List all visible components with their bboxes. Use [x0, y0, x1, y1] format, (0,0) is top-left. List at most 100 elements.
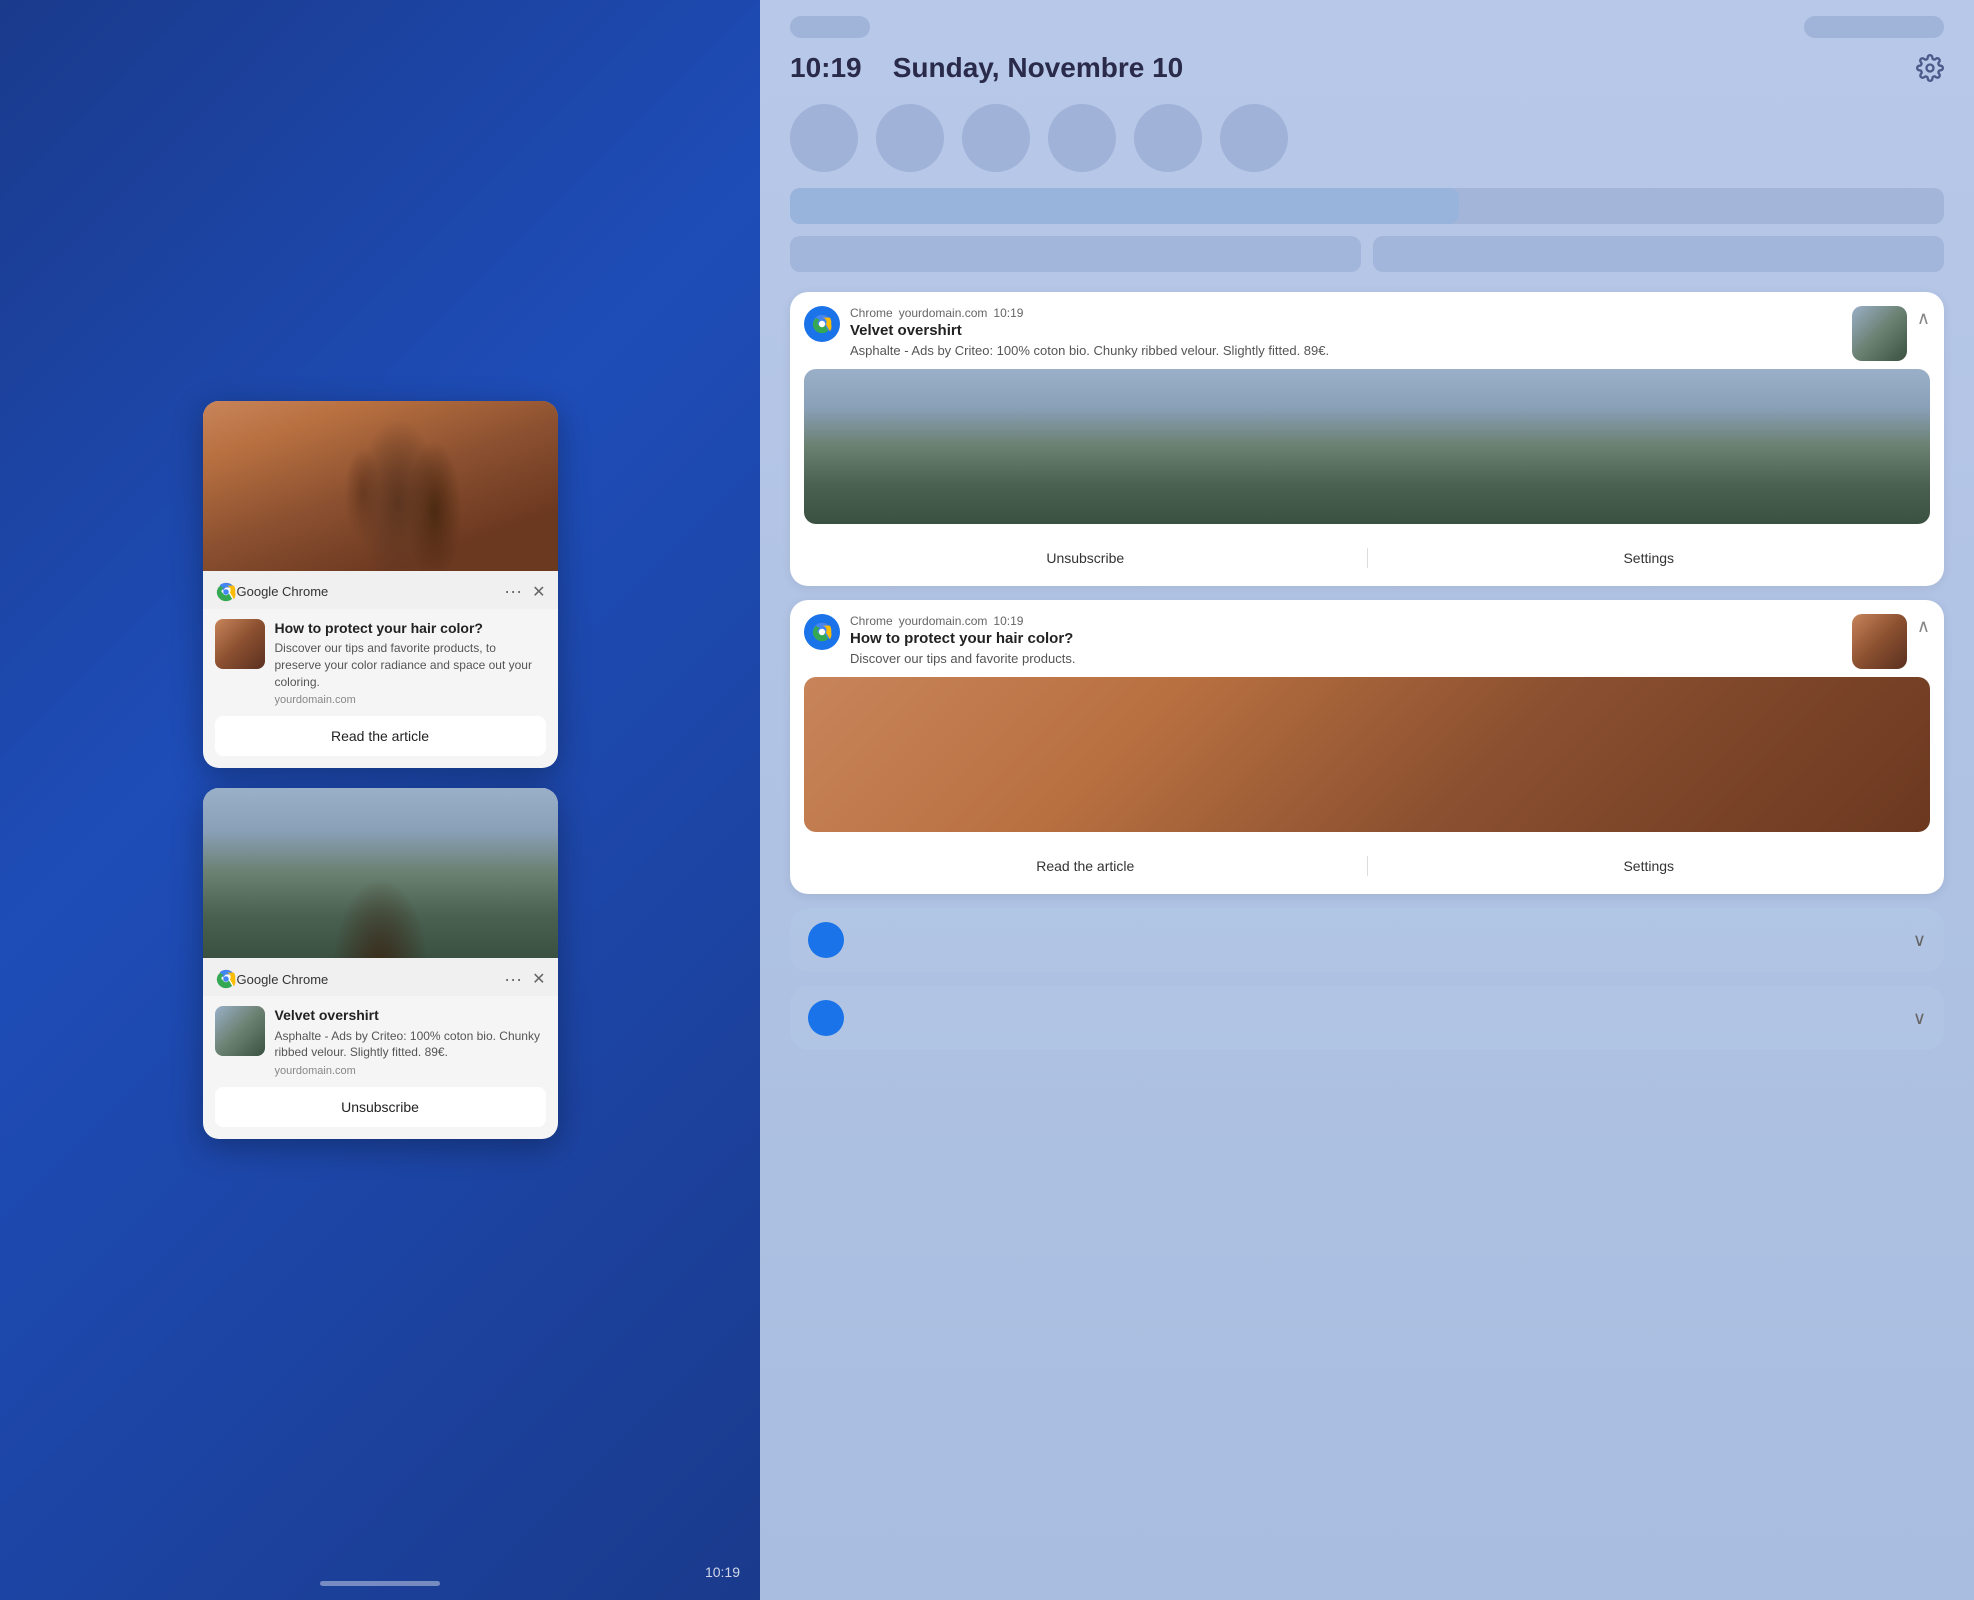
notif1-desc: Asphalte - Ads by Criteo: 100% coton bio…: [850, 342, 1842, 360]
progress-bar-half-right: [1373, 236, 1944, 272]
notif1-unsubscribe-button[interactable]: Unsubscribe: [804, 544, 1367, 572]
progress-bar-half-left: [790, 236, 1361, 272]
collapsed-notif-1-icon: [808, 922, 844, 958]
chrome-logo-notif1: [811, 313, 833, 335]
left-time: 10:19: [705, 1564, 740, 1580]
man-hero-image: [203, 788, 558, 958]
card2-title: Velvet overshirt: [275, 1006, 546, 1024]
card1-title: How to protect your hair color?: [275, 619, 546, 637]
card2-text: Velvet overshirt Asphalte - Ads by Crite…: [275, 1006, 546, 1077]
gear-icon[interactable]: [1916, 54, 1944, 82]
notification-card-man: Google Chrome ··· ✕ Velvet overshirt Asp…: [203, 788, 558, 1139]
notif2-settings-button[interactable]: Settings: [1368, 852, 1931, 880]
avatar-row: [760, 96, 1974, 188]
progress-bar-fill: [790, 188, 1459, 224]
card1-body: How to protect your hair color? Discover…: [203, 609, 558, 717]
card2-description: Asphalte - Ads by Criteo: 100% coton bio…: [275, 1028, 546, 1062]
left-panel: Google Chrome ··· ✕ How to protect your …: [0, 0, 760, 1600]
card1-thumb-visual: [215, 619, 265, 669]
card2-domain: yourdomain.com: [275, 1065, 546, 1077]
notif1-content: Chrome yourdomain.com 10:19 Velvet overs…: [850, 306, 1842, 360]
card1-domain: yourdomain.com: [275, 694, 546, 706]
left-bottom-indicator: [320, 1581, 440, 1586]
notif1-settings-button[interactable]: Settings: [1368, 544, 1931, 572]
datetime-row: 10:19 Sunday, Novembre 10: [760, 46, 1974, 96]
notif2-collapse-icon[interactable]: ∧: [1917, 616, 1930, 637]
progress-section: [760, 188, 1974, 284]
card2-header: Google Chrome ··· ✕: [203, 958, 558, 996]
notif1-actions: Unsubscribe Settings: [790, 534, 1944, 586]
notif2-desc: Discover our tips and favorite products.: [850, 650, 1842, 668]
avatar-5[interactable]: [1134, 104, 1202, 172]
card1-browser-label: Google Chrome: [237, 584, 505, 599]
notif2-title: How to protect your hair color?: [850, 630, 1842, 647]
hair-hero-visual: [203, 401, 558, 571]
card2-thumbnail: [215, 1006, 265, 1056]
notif1-thumbnail: [1852, 306, 1907, 361]
avatar-3[interactable]: [962, 104, 1030, 172]
avatar-4[interactable]: [1048, 104, 1116, 172]
status-pill-right: [1804, 16, 1944, 38]
hair-hero-image: [203, 401, 558, 571]
notif1-chrome-icon: [804, 306, 840, 342]
notif1-collapse-icon[interactable]: ∧: [1917, 308, 1930, 329]
notif1-thumb-visual: [1852, 306, 1907, 361]
status-bar: [760, 0, 1974, 46]
notif2-source: Chrome: [850, 614, 893, 628]
chrome-logo-notif2: [811, 621, 833, 643]
notif1-img-visual: [804, 369, 1930, 524]
notif2-actions: Read the article Settings: [790, 842, 1944, 894]
notification-card-hair: Google Chrome ··· ✕ How to protect your …: [203, 401, 558, 769]
notif2-content: Chrome yourdomain.com 10:19 How to prote…: [850, 614, 1842, 668]
chrome-icon: [215, 581, 237, 603]
collapsed-notif-2-icon: [808, 1000, 844, 1036]
notif2-chrome-icon: [804, 614, 840, 650]
card1-description: Discover our tips and favorite products,…: [275, 640, 546, 690]
chrome-icon-2: [215, 968, 237, 990]
card1-text: How to protect your hair color? Discover…: [275, 619, 546, 707]
notif1-title: Velvet overshirt: [850, 322, 1842, 339]
card1-menu-dots[interactable]: ···: [504, 581, 522, 602]
notif2-thumbnail: [1852, 614, 1907, 669]
man-hero-visual: [203, 788, 558, 958]
notif2-thumb-visual: [1852, 614, 1907, 669]
notif2-img-visual: [804, 677, 1930, 832]
notif1-image: [804, 369, 1930, 524]
status-pill-left: [790, 16, 870, 38]
card2-browser-label: Google Chrome: [237, 972, 505, 987]
date-display: Sunday, Novembre 10: [893, 52, 1183, 83]
datetime-text: 10:19 Sunday, Novembre 10: [790, 52, 1183, 84]
notifications-area: Chrome yourdomain.com 10:19 Velvet overs…: [760, 284, 1974, 1600]
notif2-header: Chrome yourdomain.com 10:19 How to prote…: [790, 600, 1944, 677]
avatar-6[interactable]: [1220, 104, 1288, 172]
collapsed-notif-2[interactable]: ∨: [790, 986, 1944, 1050]
card1-action-label: Read the article: [331, 728, 429, 744]
notif1-source: Chrome: [850, 306, 893, 320]
card1-action-button[interactable]: Read the article: [215, 716, 546, 756]
notif2-time: 10:19: [993, 614, 1023, 628]
notif1-meta: Chrome yourdomain.com 10:19: [850, 306, 1842, 320]
avatar-2[interactable]: [876, 104, 944, 172]
notif2-read-button[interactable]: Read the article: [804, 852, 1367, 880]
card2-action-label: Unsubscribe: [341, 1099, 419, 1115]
card1-thumbnail: [215, 619, 265, 669]
collapsed-notif-1-expand-icon[interactable]: ∨: [1913, 930, 1926, 951]
progress-bar-main: [790, 188, 1944, 224]
collapsed-notif-2-expand-icon[interactable]: ∨: [1913, 1008, 1926, 1029]
card2-menu-dots[interactable]: ···: [504, 969, 522, 990]
notification-panel-velvet: Chrome yourdomain.com 10:19 Velvet overs…: [790, 292, 1944, 586]
notif1-time: 10:19: [993, 306, 1023, 320]
collapsed-notif-1[interactable]: ∨: [790, 908, 1944, 972]
notification-panel-hair: Chrome yourdomain.com 10:19 How to prote…: [790, 600, 1944, 894]
notif2-meta: Chrome yourdomain.com 10:19: [850, 614, 1842, 628]
notif1-domain: yourdomain.com: [899, 306, 988, 320]
card2-close-icon[interactable]: ✕: [532, 969, 545, 989]
right-panel: 10:19 Sunday, Novembre 10: [760, 0, 1974, 1600]
card2-action-button[interactable]: Unsubscribe: [215, 1087, 546, 1127]
card1-header: Google Chrome ··· ✕: [203, 571, 558, 609]
card2-body: Velvet overshirt Asphalte - Ads by Crite…: [203, 996, 558, 1087]
avatar-1[interactable]: [790, 104, 858, 172]
card1-close-icon[interactable]: ✕: [532, 582, 545, 602]
time-display: 10:19: [790, 52, 862, 83]
notif2-domain: yourdomain.com: [899, 614, 988, 628]
